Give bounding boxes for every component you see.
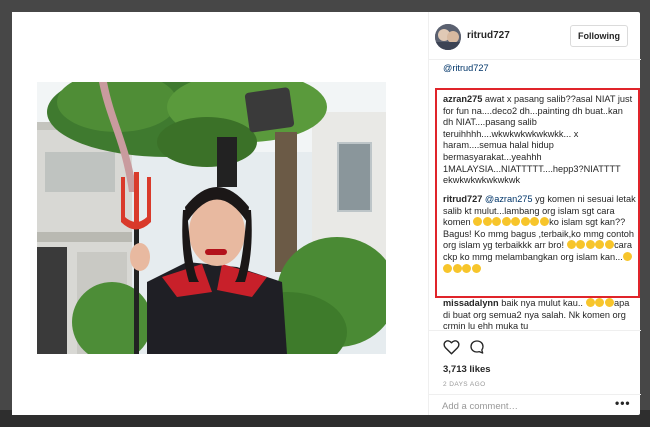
laughing-emoji-group xyxy=(566,240,615,250)
post-header: ritrud727 Following xyxy=(429,12,641,60)
laughing-emoji-icon xyxy=(511,217,521,227)
add-comment-input[interactable] xyxy=(442,400,612,413)
laughing-emoji-icon xyxy=(622,251,632,261)
avatar[interactable] xyxy=(435,24,461,50)
heart-icon[interactable] xyxy=(443,339,460,360)
avatar-image xyxy=(435,24,461,50)
post-sidebar: ritrud727 Following @ritrud727 azran275 … xyxy=(428,12,641,415)
laughing-emoji-icon xyxy=(492,217,502,227)
post-username[interactable]: ritrud727 xyxy=(467,30,510,41)
comment-username[interactable]: missadalynn xyxy=(443,298,499,308)
laughing-emoji-icon xyxy=(539,217,549,227)
photo-area xyxy=(12,12,428,415)
comment-item: missadalynn baik nya mulut kau.. apa di … xyxy=(443,298,637,330)
comment-bubble-icon[interactable] xyxy=(469,339,485,360)
comment-mention[interactable]: @azran275 xyxy=(485,194,533,204)
laughing-emoji-icon xyxy=(443,263,452,273)
laughing-emoji-icon xyxy=(482,217,492,227)
laughing-emoji-icon xyxy=(566,240,576,250)
post-modal: ritrud727 Following @ritrud727 azran275 … xyxy=(12,12,641,415)
laughing-emoji-icon xyxy=(530,217,540,227)
post-photo[interactable] xyxy=(37,82,386,354)
clapping-emoji-icon xyxy=(585,298,595,307)
more-options-icon[interactable]: ••• xyxy=(615,396,631,410)
comment-truncated: @ritrud727 xyxy=(443,63,638,75)
comment-text: baik nya mulut kau.. xyxy=(498,298,586,308)
laughing-emoji-icon xyxy=(473,217,483,227)
comment-item: ritrud727 @azran275 yg komen ni sesuai l… xyxy=(443,194,637,275)
post-actions: 3,713 likes 2 DAYS AGO ••• xyxy=(429,330,641,415)
comment-mention[interactable]: @ritrud727 xyxy=(443,63,489,73)
add-comment-bar: ••• xyxy=(429,394,641,416)
laughing-emoji-group xyxy=(473,217,549,227)
comment-username[interactable]: azran275 xyxy=(443,94,482,104)
following-button[interactable]: Following xyxy=(570,25,628,47)
comments-list: @ritrud727 azran275 awat x pasang salib?… xyxy=(429,60,641,330)
comment-text: awat x pasang salib??asal NIAT just for … xyxy=(443,94,633,186)
laughing-emoji-icon xyxy=(595,240,605,250)
clapping-emoji-group xyxy=(585,298,615,308)
photo-girl-devil-costume xyxy=(37,82,386,354)
clapping-emoji-icon xyxy=(604,298,614,307)
post-timestamp: 2 DAYS AGO xyxy=(443,381,486,388)
laughing-emoji-icon xyxy=(462,263,471,273)
comment-item: azran275 awat x pasang salib??asal NIAT … xyxy=(443,94,635,187)
laughing-emoji-icon xyxy=(501,217,511,227)
laughing-emoji-icon xyxy=(452,263,462,273)
laughing-emoji-icon xyxy=(585,240,595,250)
clapping-emoji-icon xyxy=(595,298,604,307)
laughing-emoji-icon xyxy=(604,240,614,250)
comment-username[interactable]: ritrud727 xyxy=(443,194,482,204)
likes-count[interactable]: 3,713 likes xyxy=(443,364,491,375)
laughing-emoji-icon xyxy=(471,263,481,273)
laughing-emoji-icon xyxy=(520,217,530,227)
laughing-emoji-icon xyxy=(576,240,586,250)
